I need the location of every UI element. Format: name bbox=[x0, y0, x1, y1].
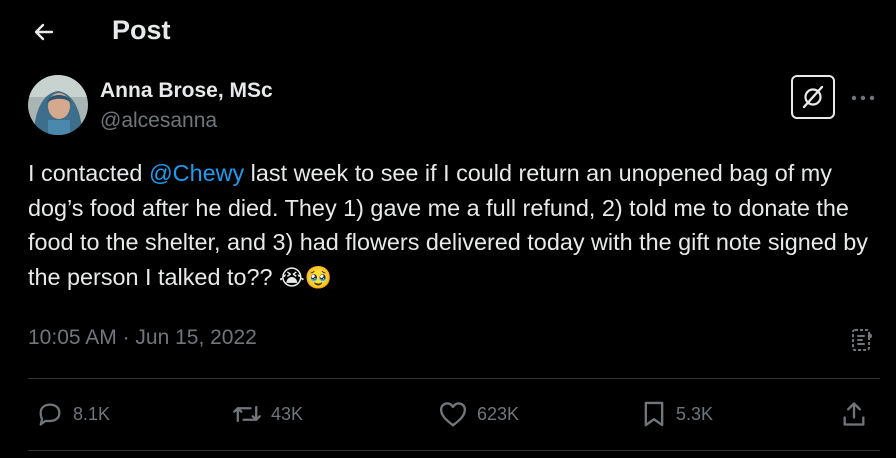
like-icon bbox=[439, 402, 467, 427]
more-icon bbox=[851, 95, 875, 101]
repost-icon bbox=[233, 405, 261, 423]
post-time[interactable]: 10:05 AM bbox=[28, 326, 117, 349]
divider-bottom bbox=[28, 450, 880, 451]
analytics-button[interactable] bbox=[847, 324, 879, 356]
grok-button[interactable] bbox=[791, 75, 835, 119]
repost-button[interactable]: 43K bbox=[232, 392, 303, 436]
arrow-left-icon bbox=[34, 23, 54, 41]
post-date[interactable]: Jun 15, 2022 bbox=[135, 326, 256, 349]
bookmark-icon bbox=[644, 401, 664, 427]
bookmark-button[interactable]: 5.3K bbox=[641, 392, 713, 436]
repost-count: 43K bbox=[271, 403, 304, 424]
reply-count: 8.1K bbox=[73, 403, 111, 424]
share-button[interactable] bbox=[840, 392, 868, 436]
timestamp-separator: · bbox=[116, 326, 136, 349]
tweet-text: I contacted @Chewy last week to see if I… bbox=[28, 156, 873, 296]
tweet-text-before: I contacted bbox=[28, 160, 149, 186]
avatar[interactable] bbox=[28, 75, 88, 135]
tweet-emojis: 😭🥹 bbox=[278, 265, 333, 291]
share-icon bbox=[843, 402, 865, 426]
like-count: 623K bbox=[477, 403, 520, 424]
divider-top bbox=[28, 378, 880, 379]
post-header: Post bbox=[0, 0, 896, 62]
analytics-icon bbox=[852, 329, 873, 351]
author-name[interactable]: Anna Brose, MSc bbox=[100, 79, 273, 103]
post-actions: 8.1K 43K 623K 5.3K bbox=[0, 392, 896, 436]
post-timestamp: 10:05 AM · Jun 15, 2022 bbox=[28, 326, 257, 350]
mention-link[interactable]: @Chewy bbox=[149, 160, 244, 186]
bookmark-count: 5.3K bbox=[676, 403, 714, 424]
like-button[interactable]: 623K bbox=[438, 392, 519, 436]
back-button[interactable] bbox=[28, 16, 60, 48]
page-title: Post bbox=[112, 15, 171, 45]
author-handle[interactable]: @alcesanna bbox=[100, 109, 217, 133]
reply-button[interactable]: 8.1K bbox=[36, 392, 110, 436]
reply-icon bbox=[39, 403, 61, 426]
more-button[interactable] bbox=[846, 84, 880, 112]
grok-icon bbox=[802, 85, 824, 109]
